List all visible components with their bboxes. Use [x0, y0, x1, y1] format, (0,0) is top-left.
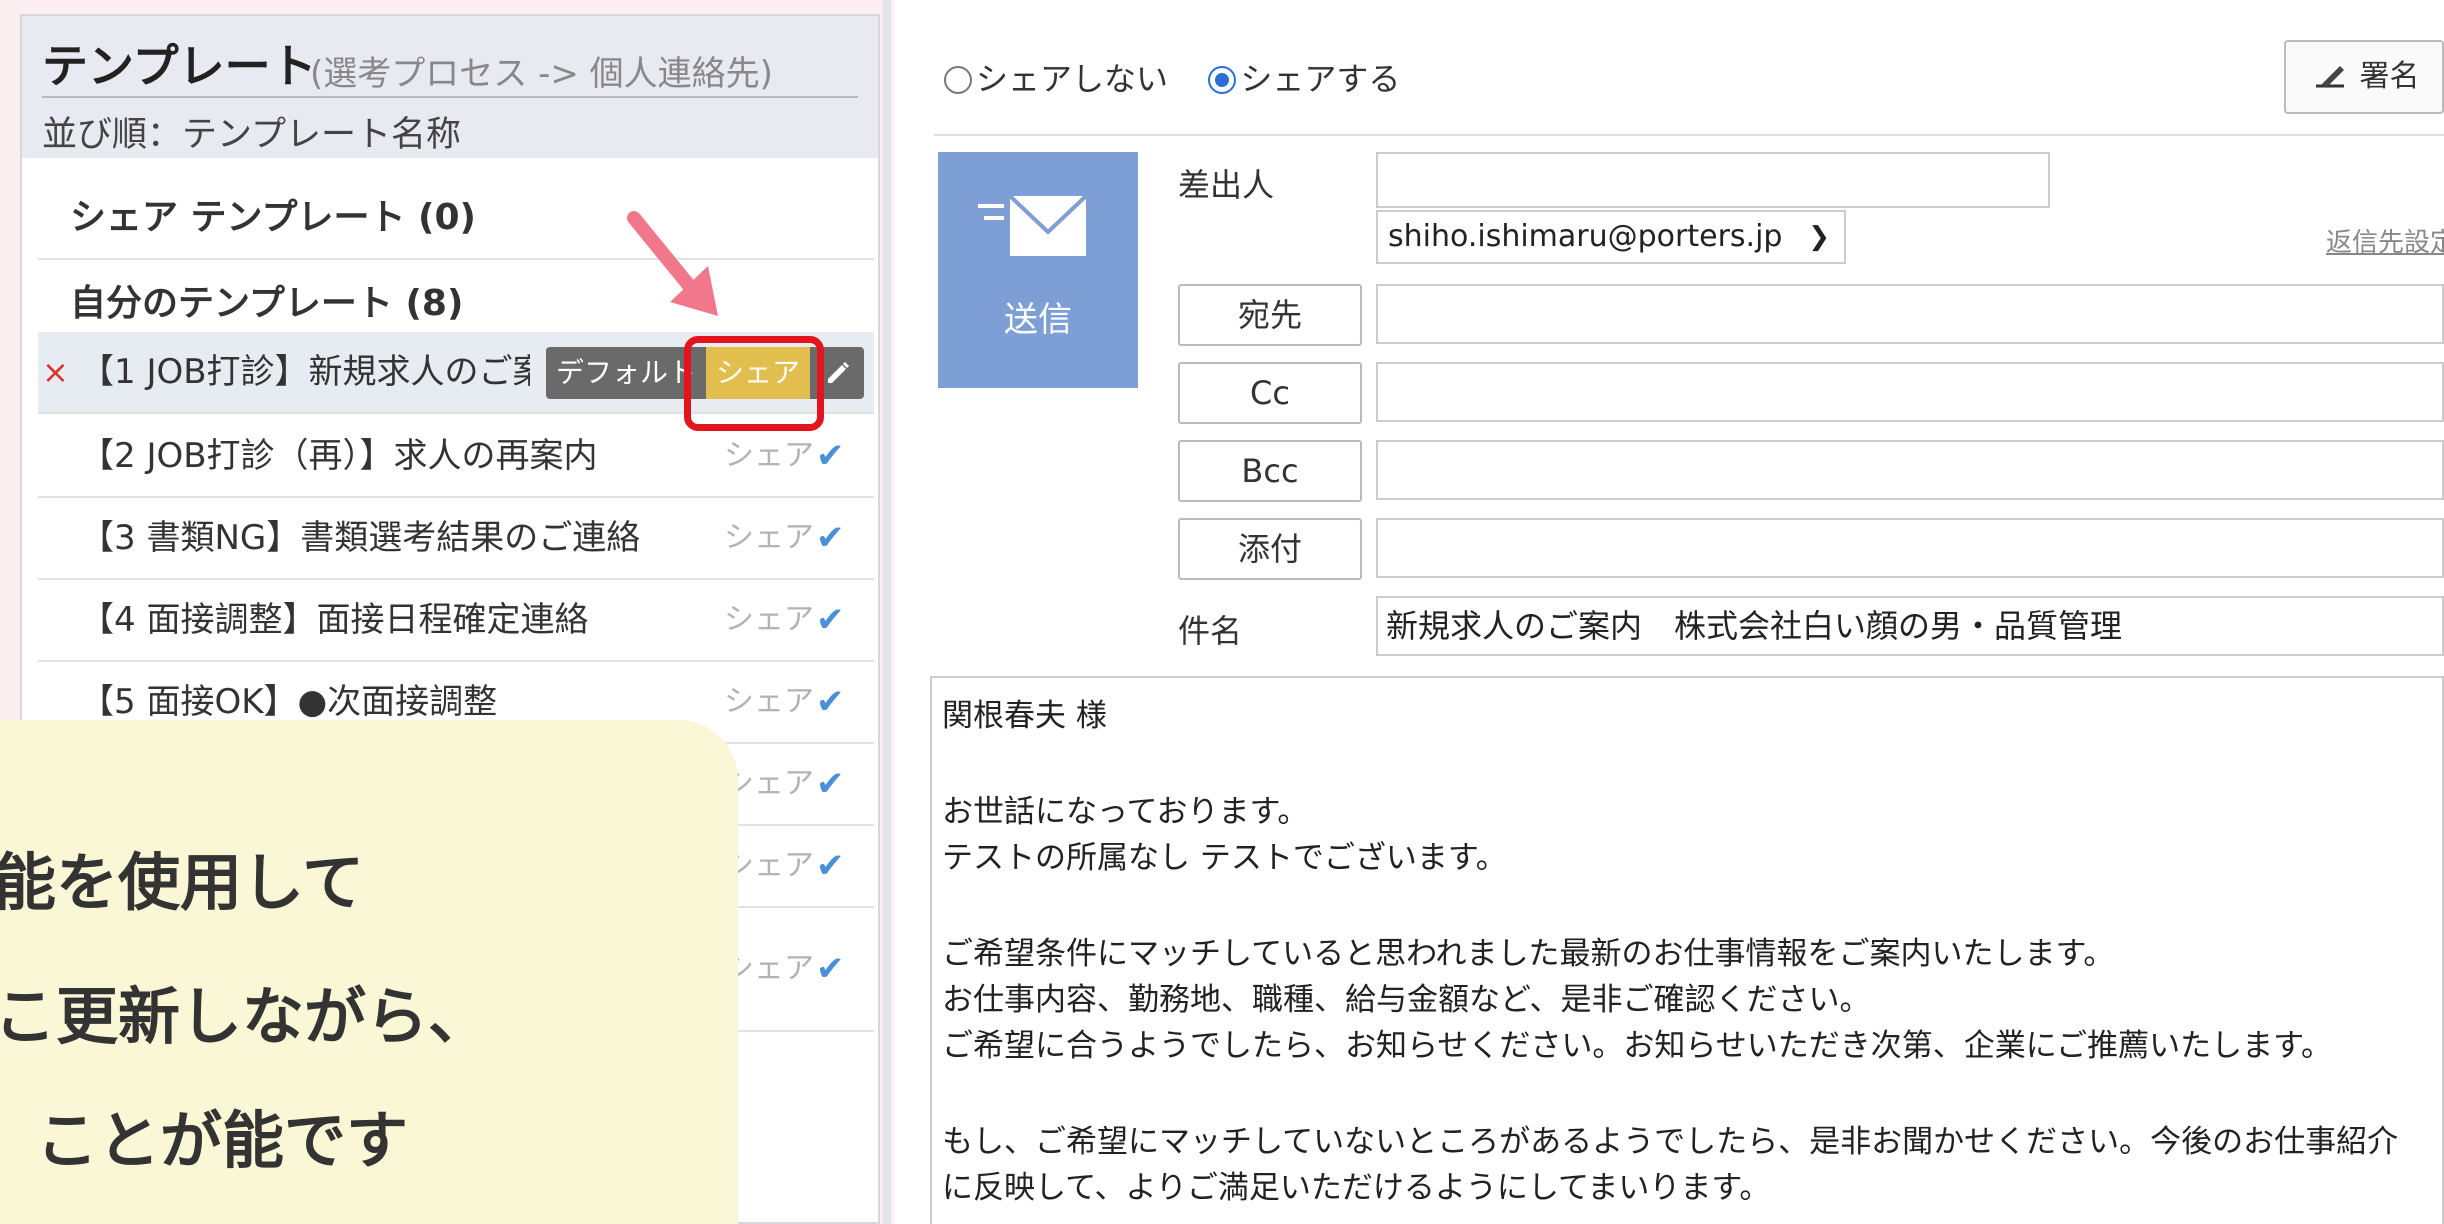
- cc-button[interactable]: Cc: [1178, 362, 1362, 424]
- bcc-button[interactable]: Bcc: [1178, 440, 1362, 502]
- to-button[interactable]: 宛先: [1178, 284, 1362, 346]
- body-line: もし、ご希望にマッチしていないところがあるようでしたら、是非お聞かせください。今…: [942, 1124, 2399, 1160]
- panel-divider: [883, 0, 891, 1224]
- body-line: に反映して、よりご満足いただけるようにしてまいります。: [942, 1170, 1771, 1206]
- subject-input[interactable]: 新規求人のご案内 株式会社白い顔の男・品質管理: [1376, 596, 2444, 656]
- template-panel-header: テンプレート (選考プロセス -> 個人連絡先) 並び順：テンプレート名称: [22, 16, 878, 158]
- check-icon: ✔: [816, 436, 845, 476]
- check-icon: ✔: [816, 682, 845, 722]
- share-label[interactable]: シェア: [724, 580, 814, 660]
- signature-label: 署名: [2359, 59, 2420, 94]
- body-line: お世話になっております。: [942, 794, 1309, 830]
- share-off-label[interactable]: シェアしない: [976, 60, 1168, 98]
- mail-envelope-icon: [978, 194, 1088, 256]
- send-button[interactable]: 送信: [938, 152, 1138, 388]
- check-icon: ✔: [816, 764, 845, 804]
- callout-box: 能を使用して こ更新しながら、 ことが能です: [0, 720, 738, 1224]
- template-name: 【2 JOB打診（再）】求人の再案内: [80, 436, 598, 476]
- cc-input[interactable]: [1376, 362, 2444, 422]
- template-row-3[interactable]: 【3 書類NG】書類選考結果のご連絡 シェア ✔: [38, 498, 874, 580]
- mail-body-editor[interactable]: 関根春夫 様 お世話になっております。 テストの所属なし テストでございます。 …: [930, 676, 2444, 1224]
- template-name: 【4 面接調整】面接日程確定連絡: [80, 600, 589, 640]
- share-on-radio[interactable]: [1208, 66, 1237, 94]
- share-button-highlight: [684, 336, 824, 431]
- share-radio-group: シェアしない シェアする: [944, 54, 1400, 100]
- callout-line-2: こ更新しながら、: [0, 980, 491, 1053]
- pointer-arrow-icon: [627, 211, 718, 316]
- signature-button[interactable]: 署名: [2284, 40, 2444, 114]
- to-input[interactable]: [1376, 284, 2444, 344]
- set-default-button[interactable]: デフォルト: [546, 347, 706, 399]
- template-name: 【1 JOB打診】新規求人のご案内: [80, 352, 530, 392]
- pen-icon: [2316, 66, 2344, 88]
- body-line: テストの所属なし テストでございます。: [942, 840, 1507, 876]
- body-line: ご希望に合うようでしたら、お知らせください。お知らせいただき次第、企業にご推薦い…: [942, 1028, 2333, 1064]
- template-panel-subtitle: (選考プロセス -> 個人連絡先): [310, 54, 773, 94]
- sort-label: 並び順：テンプレート名称: [42, 115, 461, 155]
- body-line: お仕事内容、勤務地、職種、給与金額など、是非ご確認ください。: [942, 982, 1871, 1018]
- template-panel-title: テンプレート: [42, 39, 317, 93]
- body-line: 関根春夫 様: [942, 698, 1107, 734]
- share-off-radio[interactable]: [944, 66, 972, 94]
- share-label[interactable]: シェア: [724, 498, 814, 578]
- template-row-4[interactable]: 【4 面接調整】面接日程確定連絡 シェア ✔: [38, 580, 874, 662]
- mail-compose-panel: シェアしない シェアする 署名 送信 差出人 shiho.ishimaru@po…: [894, 0, 2444, 1224]
- divider: [934, 134, 2444, 136]
- divider: [42, 96, 858, 98]
- bcc-input[interactable]: [1376, 440, 2444, 500]
- from-address-value: shiho.ishimaru@porters.jp: [1388, 219, 1783, 254]
- callout-line-3: ことが能です: [36, 1104, 409, 1177]
- check-icon: ✔: [816, 518, 845, 558]
- reply-to-settings-link[interactable]: 返信先設定: [2326, 222, 2444, 259]
- subject-label: 件名: [1178, 612, 1243, 650]
- send-label: 送信: [1004, 300, 1072, 340]
- from-address-select[interactable]: shiho.ishimaru@porters.jp ❯: [1376, 210, 1846, 264]
- share-on-label[interactable]: シェアする: [1240, 60, 1400, 98]
- from-name-input[interactable]: [1376, 152, 2050, 208]
- shared-templates-section[interactable]: シェア テンプレート (0): [38, 176, 874, 260]
- chevron-down-icon: ❯: [1808, 222, 1830, 252]
- body-line: ご希望条件にマッチしていると思われました最新のお仕事情報をご案内いたします。: [942, 936, 2115, 972]
- check-icon: ✔: [816, 600, 845, 640]
- callout-line-1: 能を使用して: [0, 846, 365, 919]
- template-name: 【3 書類NG】書類選考結果のご連絡: [80, 518, 641, 558]
- share-label[interactable]: シェア: [724, 662, 814, 742]
- check-icon: ✔: [816, 949, 845, 989]
- attach-button[interactable]: 添付: [1178, 518, 1362, 580]
- delete-icon[interactable]: ×: [42, 332, 69, 412]
- check-icon: ✔: [816, 846, 845, 886]
- from-label: 差出人: [1178, 166, 1275, 204]
- attachment-field[interactable]: [1376, 518, 2444, 578]
